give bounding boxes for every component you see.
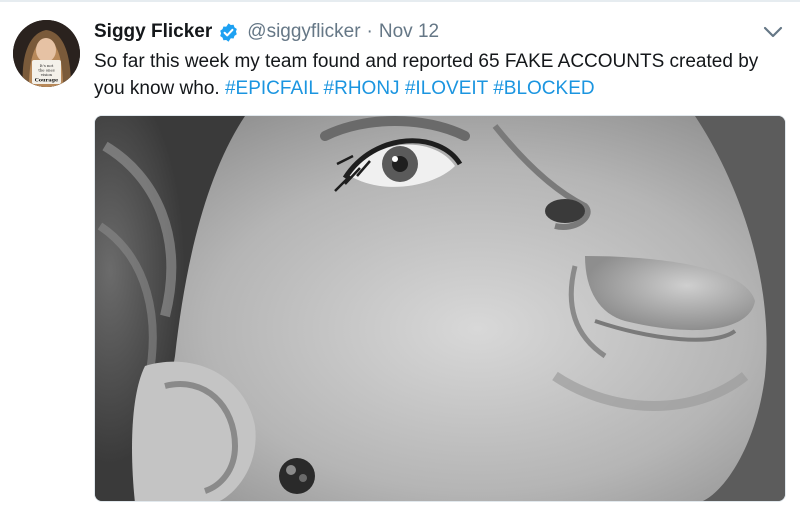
hashtag-link[interactable]: #BLOCKED — [493, 78, 594, 99]
display-name[interactable]: Siggy Flicker — [94, 21, 212, 43]
avatar-sign-text-3: vision — [40, 72, 53, 77]
chevron-down-icon[interactable] — [762, 24, 784, 40]
avatar[interactable]: It's not the ones vision Courage — [13, 20, 80, 87]
tweet-date[interactable]: Nov 12 — [379, 21, 439, 43]
tweet[interactable]: It's not the ones vision Courage Siggy F… — [0, 0, 800, 505]
avatar-sign-text-4: Courage — [35, 78, 59, 84]
tweet-header: Siggy Flicker @siggyflicker · Nov 12 — [94, 18, 439, 46]
hashtag-link[interactable]: #EPICFAIL — [225, 78, 318, 99]
separator-dot: · — [366, 21, 373, 42]
tweet-media-image[interactable] — [94, 115, 786, 502]
handle[interactable]: @siggyflicker — [247, 21, 360, 43]
tweet-text: So far this week my team found and repor… — [94, 48, 794, 102]
verified-badge-icon — [218, 22, 239, 43]
hashtag-link[interactable]: #RHONJ — [324, 78, 400, 99]
hashtag-link[interactable]: #ILOVEIT — [405, 78, 488, 99]
